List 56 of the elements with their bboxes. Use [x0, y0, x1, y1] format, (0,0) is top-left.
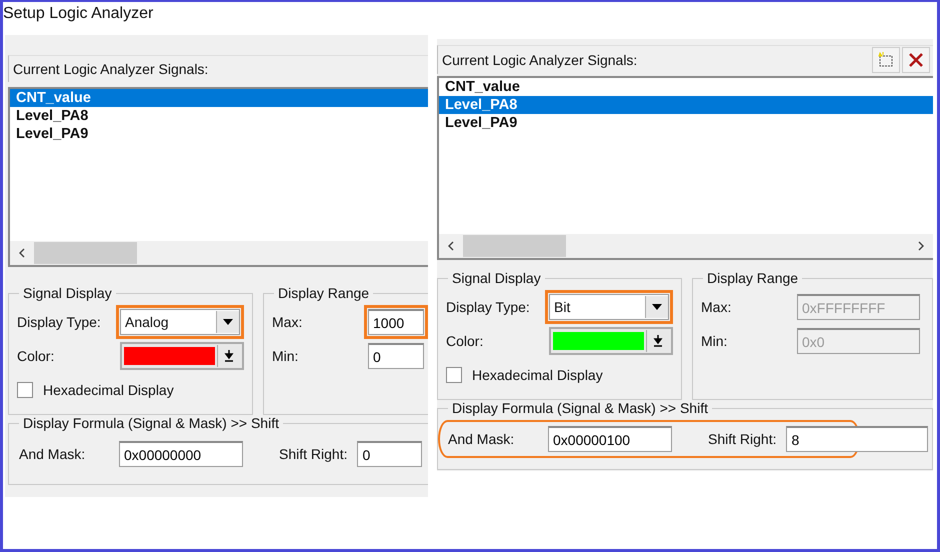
- signal-item[interactable]: CNT_value: [439, 78, 933, 96]
- field-label: Shift Right:: [707, 431, 778, 447]
- scroll-thumb[interactable]: [463, 235, 566, 257]
- download-arrow-icon: [653, 335, 663, 347]
- scroll-left-icon[interactable]: [18, 248, 26, 258]
- scroll-right-icon[interactable]: [917, 241, 925, 251]
- list-label: Current Logic Analyzer Signals:: [442, 52, 638, 68]
- shift-right-field[interactable]: 8: [786, 426, 928, 452]
- display-type-dropdown[interactable]: Analog: [120, 309, 240, 335]
- field-label: And Mask:: [447, 431, 516, 447]
- download-arrow-icon: [224, 350, 234, 362]
- checkbox-label: Hexadecimal Display: [472, 367, 603, 383]
- field-label: And Mask:: [18, 446, 86, 462]
- group-title: Signal Display: [22, 285, 113, 301]
- checkbox[interactable]: [17, 382, 33, 398]
- field-label: Min:: [701, 333, 728, 349]
- field-label: Display Type:: [446, 299, 531, 315]
- list-label: Current Logic Analyzer Signals:: [13, 61, 210, 77]
- and-mask-field[interactable]: 0x00000100: [548, 426, 672, 452]
- dropdown-arrow-icon: [223, 319, 233, 325]
- group-title: Display Range: [277, 285, 370, 301]
- group-title: Display Range: [706, 270, 800, 286]
- signal-item[interactable]: Level_PA9: [10, 125, 428, 143]
- horizontal-scrollbar[interactable]: [439, 234, 933, 258]
- field-label: Color:: [17, 348, 56, 364]
- field-label: Max:: [272, 314, 304, 330]
- signal-item[interactable]: CNT_value: [10, 89, 428, 107]
- scroll-left-icon[interactable]: [447, 241, 455, 251]
- scroll-thumb[interactable]: [34, 242, 137, 264]
- field-label: Display Type:: [17, 314, 102, 330]
- color-picker[interactable]: [120, 342, 244, 370]
- shift-right-field[interactable]: 0: [357, 441, 422, 467]
- new-item-icon: [877, 52, 895, 68]
- delete-button[interactable]: [902, 47, 930, 73]
- dropdown-arrow-icon: [652, 304, 662, 310]
- group-title: Display Formula (Signal & Mask) >> Shift: [22, 415, 280, 431]
- window-title: Setup Logic Analyzer: [3, 4, 154, 24]
- group-title: Display Formula (Signal & Mask) >> Shift: [451, 400, 709, 416]
- group-title: Signal Display: [451, 270, 542, 286]
- min-field[interactable]: 0: [368, 343, 424, 369]
- display-type-dropdown[interactable]: Bit: [549, 294, 669, 320]
- checkbox[interactable]: [446, 367, 462, 383]
- max-field[interactable]: 1000: [368, 309, 424, 335]
- field-label: Min:: [272, 348, 300, 364]
- checkbox-label: Hexadecimal Display: [43, 382, 174, 398]
- delete-icon: [908, 52, 924, 68]
- horizontal-scrollbar[interactable]: [10, 241, 428, 265]
- signal-item[interactable]: Level_PA8: [10, 107, 428, 125]
- field-label: Shift Right:: [278, 446, 348, 462]
- signal-item[interactable]: Level_PA9: [439, 114, 933, 132]
- field-label: Max:: [701, 299, 732, 315]
- and-mask-field[interactable]: 0x00000000: [119, 441, 243, 467]
- signal-item[interactable]: Level_PA8: [439, 96, 933, 114]
- new-item-button[interactable]: [872, 47, 900, 73]
- color-picker[interactable]: [548, 327, 673, 355]
- field-label: Color:: [446, 333, 484, 349]
